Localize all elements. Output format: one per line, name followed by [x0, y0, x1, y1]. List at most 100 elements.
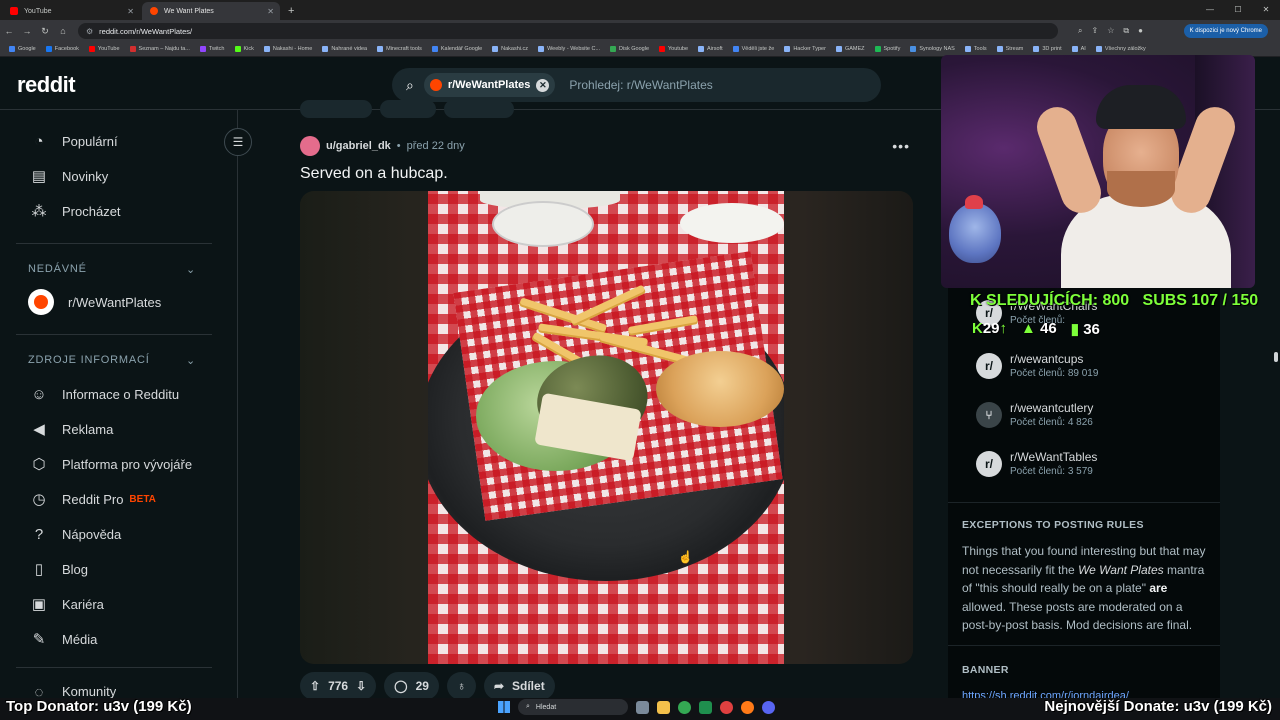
app-icon[interactable]	[720, 700, 733, 714]
post-image[interactable]	[300, 191, 913, 664]
nav-about-reddit[interactable]: ☺ Informace o Redditu	[30, 382, 179, 406]
bookmark-item[interactable]: YouTube	[84, 46, 125, 52]
taskbar-search[interactable]: ⌕ Hledat	[518, 699, 628, 715]
new-tab-button[interactable]: +	[288, 5, 294, 17]
chrome-icon[interactable]	[678, 700, 691, 714]
nav-help[interactable]: ? Nápověda	[30, 522, 121, 546]
bookmark-item[interactable]: Google	[4, 46, 41, 52]
bookmark-label: Google	[18, 46, 36, 52]
stream-substats: K29↑ ▲ 46 ▮ 36	[972, 320, 1100, 338]
nav-explore[interactable]: ⁂ Procházet	[30, 199, 121, 223]
bookmark-item[interactable]: Twitch	[195, 46, 230, 52]
bookmark-item[interactable]: Synology NAS	[905, 46, 959, 52]
subreddit-avatar: r/	[976, 450, 1002, 477]
bookmark-icon	[1033, 46, 1040, 52]
page-scrollbar[interactable]	[1272, 110, 1280, 698]
bookmark-item[interactable]: Všechny záložky	[1091, 46, 1151, 52]
previous-comment-pill[interactable]	[380, 100, 436, 118]
search-input[interactable]: Prohledej: r/WeWantPlates	[569, 78, 712, 92]
downvote-icon[interactable]: ⇩	[356, 679, 366, 693]
recent-section-header[interactable]: NEDÁVNÉ ⌄	[28, 263, 196, 276]
nav-advertise[interactable]: ◀ Reklama	[30, 417, 113, 441]
bookmark-item[interactable]: Tools	[960, 46, 992, 52]
bookmark-item[interactable]: Spotify	[870, 46, 906, 52]
bookmark-item[interactable]: Disk Google	[605, 46, 654, 52]
scrollbar-thumb[interactable]	[1274, 352, 1278, 362]
file-explorer-icon[interactable]	[657, 700, 670, 714]
bookmark-item[interactable]: GAMEZ	[831, 46, 870, 52]
site-info-icon[interactable]: ⚙	[86, 27, 93, 36]
upvote-icon[interactable]: ⇧	[310, 679, 320, 693]
excel-icon[interactable]	[699, 700, 712, 714]
nav-communities[interactable]: ◌ Komunity	[30, 684, 117, 698]
bookmark-item[interactable]: Youtube	[654, 46, 693, 52]
bookmark-item[interactable]: Nakashi.cz	[487, 46, 533, 52]
bookmark-item[interactable]: Seznam – Najdu ta...	[125, 46, 195, 52]
extensions-icon[interactable]: ⧉	[1123, 26, 1129, 36]
nav-popular[interactable]: ◔ Populární	[30, 129, 117, 153]
bookmark-item[interactable]: Kick	[230, 46, 259, 52]
bookmark-item[interactable]: Airsoft	[693, 46, 728, 52]
address-bar[interactable]: ⚙ reddit.com/r/WeWantPlates/	[78, 23, 1058, 39]
collapse-sidebar-button[interactable]: ☰	[224, 128, 252, 156]
bookmark-item[interactable]: Kalendář Google	[427, 46, 487, 52]
more-options-icon[interactable]: •••	[892, 138, 910, 154]
related-subreddit-item[interactable]: r/ r/WeWantTables Počet členů: 3 579	[976, 450, 1097, 477]
zoom-icon[interactable]: ⌕	[1078, 26, 1082, 36]
nav-press[interactable]: ✎ Média	[30, 627, 98, 651]
chrome-update-badge[interactable]: K dispozici je nový Chrome	[1183, 24, 1268, 38]
explore-icon: ⁂	[31, 203, 47, 220]
share-icon[interactable]: ⇪	[1091, 26, 1098, 36]
bookmark-item[interactable]: Nakashi - Home	[259, 46, 317, 52]
forward-icon[interactable]: →	[18, 26, 36, 36]
subreddit-chip[interactable]: r/WeWantPlates ✕	[423, 73, 556, 97]
close-tab-icon[interactable]: ✕	[127, 7, 134, 16]
bookmark-item[interactable]: 3D print	[1028, 46, 1066, 52]
task-view-icon[interactable]	[636, 700, 649, 714]
reddit-logo[interactable]: reddit	[17, 72, 76, 98]
close-tab-icon[interactable]: ✕	[267, 7, 274, 16]
nav-blog[interactable]: ▯ Blog	[30, 557, 88, 581]
nav-developer-platform[interactable]: ⬡ Platforma pro vývojáře	[30, 452, 192, 476]
bookmark-item[interactable]: Facebook	[41, 46, 84, 52]
previous-share-pill[interactable]	[444, 100, 514, 118]
back-icon[interactable]: ←	[0, 26, 18, 36]
bookmark-item[interactable]: Minecraft tools	[372, 46, 427, 52]
post-author[interactable]: u/gabriel_dk	[326, 140, 391, 152]
user-avatar[interactable]	[300, 136, 320, 156]
resources-section-header[interactable]: ZDROJE INFORMACÍ ⌄	[28, 354, 196, 367]
bookmark-item[interactable]: Nahrané videa	[317, 46, 372, 52]
minimize-icon[interactable]: —	[1196, 0, 1224, 20]
profile-icon[interactable]: ●	[1138, 26, 1143, 36]
bookmark-star-icon[interactable]: ☆	[1107, 26, 1114, 36]
search-bar[interactable]: ⌕ r/WeWantPlates ✕ Prohledej: r/WeWantPl…	[392, 68, 881, 102]
home-icon[interactable]: ⌂	[54, 26, 72, 36]
clear-chip-icon[interactable]: ✕	[536, 78, 550, 92]
close-window-icon[interactable]: ✕	[1252, 0, 1280, 20]
maximize-icon[interactable]: ☐	[1224, 0, 1252, 20]
bookmark-item[interactable]: Weebly - Website C...	[533, 46, 605, 52]
tab-youtube[interactable]: YouTube ✕	[2, 2, 140, 20]
nav-reddit-pro[interactable]: ◷ Reddit Pro BETA	[30, 487, 155, 511]
windows-start-icon[interactable]	[498, 701, 510, 713]
nav-careers[interactable]: ▣ Kariéra	[30, 592, 104, 616]
post-title[interactable]: Served on a hubcap.	[300, 165, 448, 183]
related-subreddit-item[interactable]: r/ r/wewantcups Počet členů: 89 019	[976, 352, 1098, 379]
comments-button[interactable]: ◯ 29	[384, 672, 439, 700]
comment-count: 29	[415, 679, 429, 693]
firefox-icon[interactable]	[741, 700, 754, 714]
bookmark-item[interactable]: Stream	[992, 46, 1029, 52]
bookmark-item[interactable]: AI	[1067, 46, 1091, 52]
previous-vote-pill[interactable]	[300, 100, 372, 118]
bookmark-item[interactable]: Věděli jste že	[728, 46, 780, 52]
bookmark-item[interactable]: Hacker Typer	[779, 46, 831, 52]
discord-icon[interactable]	[762, 700, 775, 714]
post-card[interactable]: u/gabriel_dk • před 22 dny ••• Served on…	[288, 130, 926, 698]
tab-we-want-plates[interactable]: We Want Plates ✕	[142, 2, 280, 20]
related-subreddit-item[interactable]: ⑂ r/wewantcutlery Počet členů: 4 826	[976, 401, 1093, 428]
award-button[interactable]: ♁	[446, 672, 476, 700]
reload-icon[interactable]: ↻	[36, 26, 54, 37]
nav-news[interactable]: ▤ Novinky	[30, 164, 108, 188]
recent-subreddit[interactable]: r/WeWantPlates	[28, 289, 161, 315]
share-button[interactable]: ➦ Sdílet	[483, 672, 555, 700]
